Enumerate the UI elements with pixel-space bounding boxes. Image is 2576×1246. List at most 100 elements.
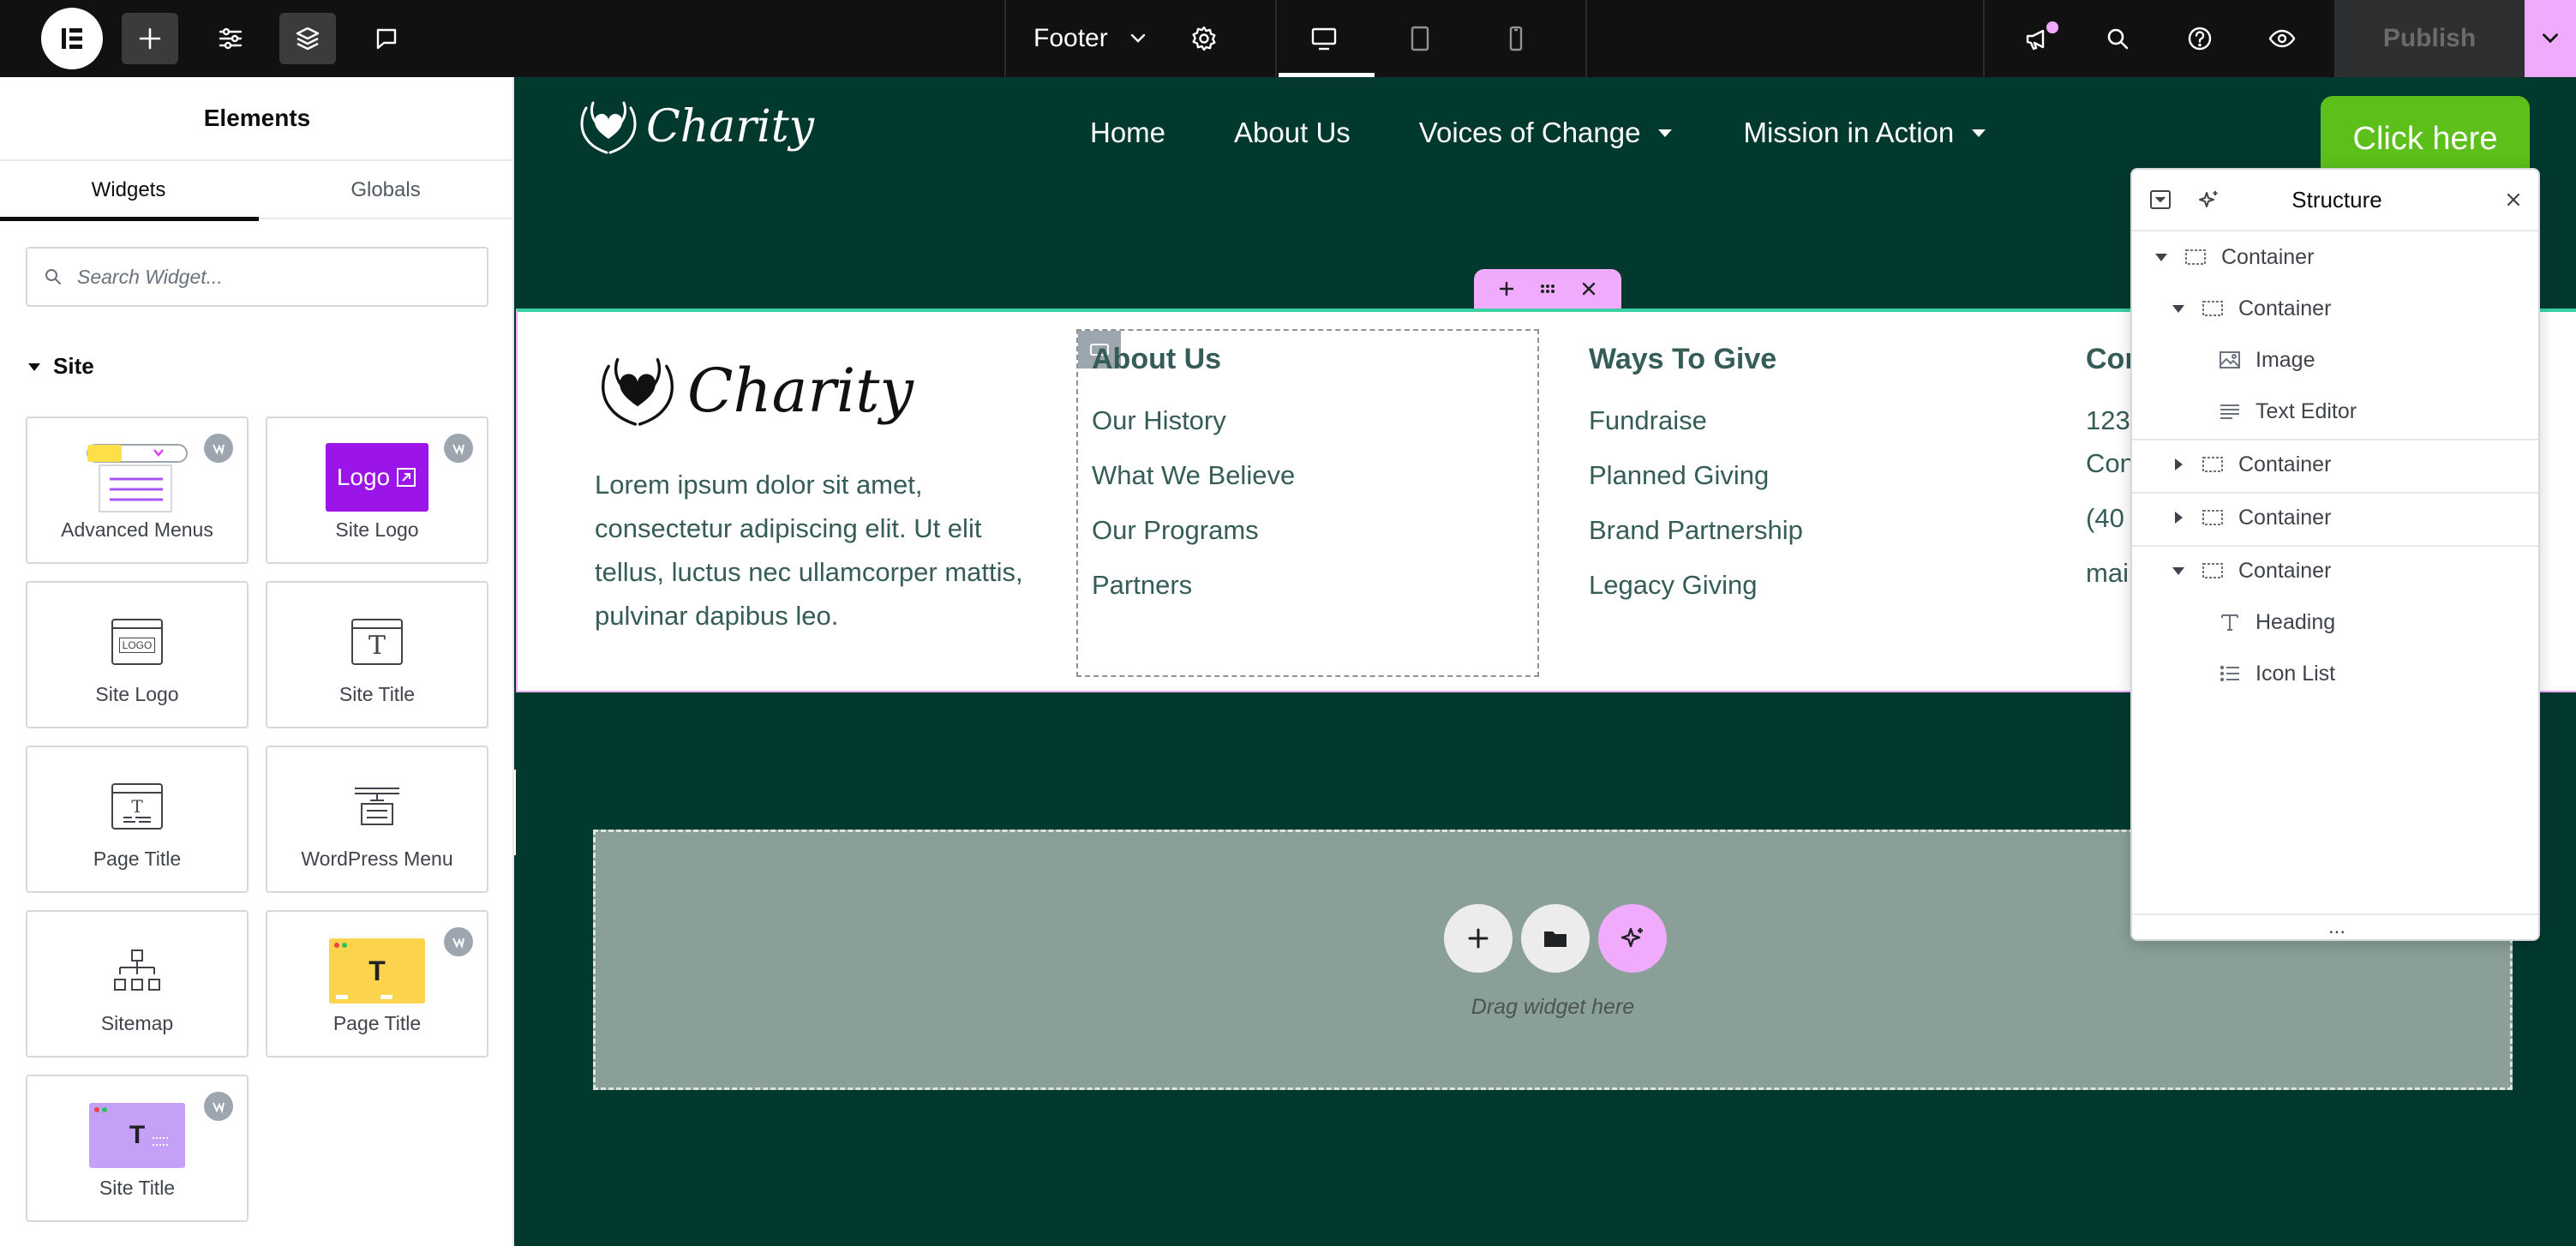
ai-generate-button[interactable]: [1598, 904, 1667, 973]
container-icon: [2202, 563, 2223, 578]
container-icon: [2202, 457, 2223, 472]
structure-panel: Structure Container Container Image Text…: [2130, 168, 2540, 941]
desktop-view-button[interactable]: [1296, 13, 1352, 64]
caret-right-icon[interactable]: [2170, 456, 2187, 473]
structure-resize-handle[interactable]: ...: [2132, 914, 2538, 939]
widget-site-logo[interactable]: LOGO Site Logo: [26, 581, 249, 728]
image-icon: [2220, 351, 2240, 368]
document-selector[interactable]: Footer: [1033, 0, 1149, 77]
help-button[interactable]: [2172, 13, 2228, 64]
close-icon[interactable]: [2502, 189, 2525, 211]
top-bar: Footer Publish: [0, 0, 2576, 77]
tablet-view-button[interactable]: [1392, 13, 1448, 64]
structure-row-heading[interactable]: Heading: [2132, 596, 2538, 648]
publish-options-button[interactable]: [2525, 0, 2576, 77]
widget-page-title[interactable]: T Page Title: [26, 746, 249, 893]
chevron-down-icon: [2543, 33, 2558, 44]
help-icon: [2188, 27, 2212, 51]
publish-button[interactable]: Publish: [2334, 0, 2525, 77]
nav-item-about-us[interactable]: About Us: [1234, 117, 1351, 149]
mobile-view-button[interactable]: [1488, 13, 1544, 64]
structure-title: Structure: [2291, 187, 2382, 213]
search-widget-input[interactable]: [77, 265, 471, 289]
structure-row-label: Container: [2238, 505, 2332, 530]
widget-site-title[interactable]: T Site Title: [266, 581, 488, 728]
search-icon: [45, 269, 61, 285]
widget-label: Site Logo: [95, 683, 179, 705]
nav-label: Home: [1090, 117, 1166, 148]
document-name: Footer: [1033, 24, 1108, 52]
nav-item-mission-in-action[interactable]: Mission in Action: [1743, 117, 1988, 149]
section-site-toggle[interactable]: Site: [26, 353, 94, 380]
header-logo[interactable]: Charity: [574, 96, 814, 158]
toolbar-divider: [1983, 0, 1985, 77]
widget-site-title-pro[interactable]: T Site Title: [26, 1075, 249, 1222]
search-button[interactable]: [2089, 13, 2146, 64]
structure-row-container[interactable]: Container: [2132, 545, 2538, 596]
structure-row-container[interactable]: Container: [2132, 439, 2538, 490]
footer-link[interactable]: Brand Partnership: [1589, 512, 1803, 566]
search-icon: [2107, 28, 2129, 50]
tab-widgets[interactable]: Widgets: [0, 161, 259, 221]
title-glyph: T: [131, 796, 143, 817]
close-icon[interactable]: [1579, 279, 1599, 299]
logo-thumbnail-text: Logo: [336, 464, 391, 490]
widget-label: Page Title: [332, 1012, 422, 1034]
text-editor-icon: [2220, 404, 2239, 419]
title-glyph: T: [129, 1121, 146, 1149]
footer-link[interactable]: Legacy Giving: [1589, 566, 1803, 621]
structure-row-text-editor[interactable]: Text Editor: [2132, 386, 2538, 437]
structure-row-label: Icon List: [2255, 661, 2336, 686]
add-template-button[interactable]: [1521, 904, 1590, 973]
structure-row-container[interactable]: Container: [2132, 283, 2538, 334]
layers-icon: [296, 27, 320, 51]
widget-sitemap[interactable]: Sitemap: [26, 910, 249, 1057]
container-icon: [2202, 301, 2223, 316]
sitemap-icon: [27, 932, 247, 1009]
drag-handle-icon[interactable]: [1537, 279, 1558, 299]
widget-label: Site Title: [338, 683, 416, 705]
preview-button[interactable]: [2254, 13, 2310, 64]
icon-list-icon: [2220, 665, 2239, 682]
footer-link[interactable]: Partners: [1092, 566, 1295, 621]
footer-link[interactable]: Our History: [1092, 402, 1295, 457]
structure-button[interactable]: [279, 13, 336, 64]
column-heading: Ways To Give: [1589, 343, 1777, 375]
structure-row-container[interactable]: Container: [2132, 492, 2538, 543]
caret-right-icon[interactable]: [2170, 509, 2187, 526]
widget-advanced-menus[interactable]: Advanced Menus: [26, 416, 249, 564]
charity-hands-heart-icon: [602, 357, 674, 426]
add-section-button[interactable]: [1444, 904, 1513, 973]
comment-icon: [376, 28, 397, 50]
footer-link[interactable]: What We Believe: [1092, 457, 1295, 512]
structure-row-image[interactable]: Image: [2132, 334, 2538, 386]
add-element-button[interactable]: [122, 13, 178, 64]
caret-down-icon[interactable]: [2153, 249, 2170, 266]
caret-down-icon[interactable]: [2170, 300, 2187, 317]
plus-icon[interactable]: [1496, 279, 1517, 299]
site-settings-button[interactable]: [202, 13, 259, 64]
elementor-logo-icon[interactable]: [41, 8, 103, 69]
structure-row-container[interactable]: Container: [2132, 231, 2538, 283]
widget-page-title-pro[interactable]: T Page Title: [266, 910, 488, 1057]
pro-badge-icon: [204, 1092, 233, 1121]
widget-label: Sitemap: [100, 1012, 174, 1034]
pro-badge-icon: [204, 434, 233, 463]
footer-logo[interactable]: Charity: [593, 350, 914, 432]
notifications-button[interactable]: [2009, 13, 2065, 64]
widget-wordpress-menu[interactable]: WordPress Menu: [266, 746, 488, 893]
caret-down-icon[interactable]: [2170, 562, 2187, 579]
widget-label: Site Logo: [335, 518, 419, 541]
footer-link[interactable]: Planned Giving: [1589, 457, 1803, 512]
structure-row-icon-list[interactable]: Icon List: [2132, 648, 2538, 699]
nav-item-voices-of-change[interactable]: Voices of Change: [1419, 117, 1675, 149]
nav-item-home[interactable]: Home: [1090, 117, 1165, 149]
widget-site-logo-pro[interactable]: Logo Site Logo: [266, 416, 488, 564]
tab-globals[interactable]: Globals: [257, 161, 514, 219]
footer-link[interactable]: Fundraise: [1589, 402, 1803, 457]
notification-dot: [2046, 21, 2058, 33]
comments-button[interactable]: [358, 13, 415, 64]
section-title: Site: [53, 353, 94, 379]
page-settings-button[interactable]: [1176, 13, 1232, 64]
footer-link[interactable]: Our Programs: [1092, 512, 1295, 566]
